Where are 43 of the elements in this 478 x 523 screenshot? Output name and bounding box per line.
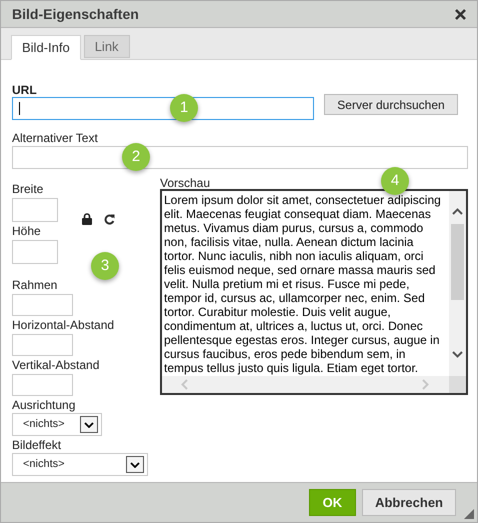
horizontal-scrollbar[interactable] xyxy=(162,376,449,393)
dropdown[interactable]: <nichts> xyxy=(12,453,148,476)
window-title: Bild-Eigenschaften xyxy=(12,4,139,24)
field-label: Ausrichtung xyxy=(12,398,76,412)
number-field[interactable] xyxy=(12,198,58,222)
close-icon[interactable] xyxy=(455,8,466,20)
scrollbar-corner xyxy=(449,376,466,393)
scroll-right-icon[interactable] xyxy=(422,379,429,390)
number-marker: 2 xyxy=(122,143,150,171)
vertical-scrollbar[interactable] xyxy=(449,191,466,377)
resize-grip-icon[interactable] xyxy=(464,509,474,519)
field-label: Vertikal-Abstand xyxy=(12,358,100,372)
number-field[interactable] xyxy=(12,374,73,396)
lock-icon[interactable] xyxy=(82,213,92,225)
chevron-down-icon[interactable] xyxy=(126,456,144,473)
alt-text-field[interactable] xyxy=(12,146,468,169)
preview-text: Lorem ipsum dolor sit amet, consectetuer adipiscing elit. Maecenas feugiat consequat diam. Maecenas metus. Vivamus diam purus, cursus a, commodo non, facilisis vitae, nulla. Aenean dictum lacinia tortor. Nunc iaculis, nibh non iaculis aliquam, orci felis euismod neque, sed ornare massa mauris sed velit. Nulla pretium mi et risus. Fusce mi pede, tempor id, cursus ac, ullamcorper nec, enim. Sed tortor. Curabitur molestie. Duis velit augue, condimentum at, ultrices a, luctus ut, orci. Donec pellentesque egestas eros. Integer cursus, augue in cursus faucibus, eros pede bibendum sem, in tempus tellus justo quis ligula. Etiam eget tortor. xyxy=(164,193,442,375)
number-marker: 3 xyxy=(91,252,119,280)
number-marker: 1 xyxy=(170,94,198,122)
refresh-icon[interactable] xyxy=(104,213,115,225)
url-field[interactable] xyxy=(12,97,314,120)
tab[interactable]: Bild-Info xyxy=(11,35,81,60)
field-label: Rahmen xyxy=(12,278,58,292)
number-field[interactable] xyxy=(12,240,58,264)
tab[interactable]: Link xyxy=(84,35,130,58)
number-field[interactable] xyxy=(12,334,73,356)
browse-server-button[interactable]: Server durchsuchen xyxy=(324,94,458,115)
scroll-left-icon[interactable] xyxy=(181,379,188,390)
field-label: Breite xyxy=(12,182,44,196)
field-label: Bildeffekt xyxy=(12,438,62,452)
field-label: Horizontal-Abstand xyxy=(12,318,116,332)
alt-text-label: Alternativer Text xyxy=(12,130,99,146)
field-label: Höhe xyxy=(12,224,42,238)
text-cursor xyxy=(19,102,20,115)
dropdown[interactable]: <nichts> xyxy=(12,413,102,436)
chevron-down-icon[interactable] xyxy=(80,416,98,433)
number-field[interactable] xyxy=(12,294,73,316)
scroll-down-icon[interactable] xyxy=(452,351,463,358)
cancel-button[interactable]: Abbrechen xyxy=(362,489,456,516)
scroll-up-icon[interactable] xyxy=(452,208,463,215)
scrollbar-thumb[interactable] xyxy=(451,224,464,300)
preview-label: Vorschau xyxy=(160,178,210,189)
url-label: URL xyxy=(12,82,38,96)
